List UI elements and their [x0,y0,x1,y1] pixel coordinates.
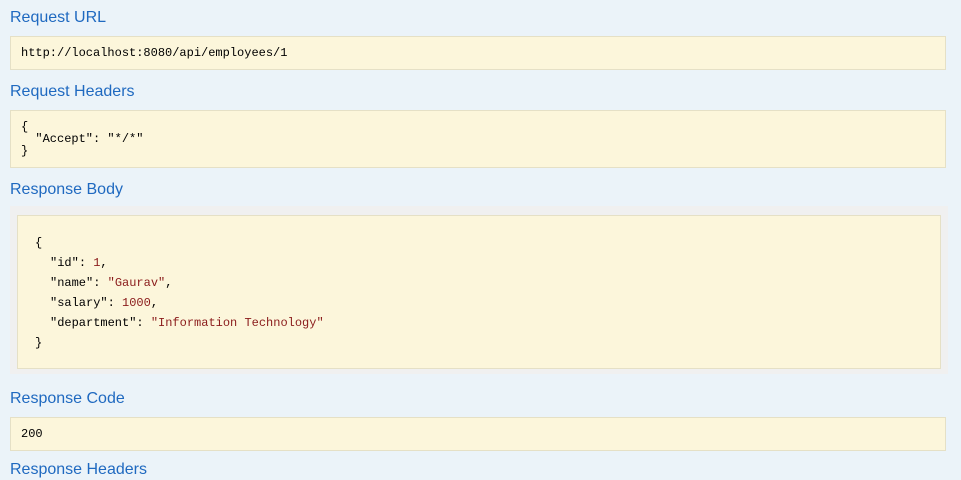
response-field-id: "id": 1, [50,256,108,270]
field-key: "department" [50,316,137,330]
response-body-container: { "id": 1, "name": "Gaurav", "salary": 1… [10,206,948,374]
request-url-heading: Request URL [10,9,107,26]
response-code-value: 200 [21,427,43,441]
response-body-box[interactable]: { "id": 1, "name": "Gaurav", "salary": 1… [17,215,941,369]
request-headers-heading: Request Headers [10,83,135,100]
field-value: "Information Technology" [150,316,324,330]
response-field-salary: "salary": 1000, [50,296,159,310]
request-headers-box[interactable]: { "Accept": "*/*" } [10,110,946,168]
response-code-box[interactable]: 200 [10,417,946,451]
response-headers-heading: Response Headers [10,461,147,478]
response-field-department: "department": "Information Technology" [50,316,324,330]
response-code-heading: Response Code [10,390,125,407]
request-url-box[interactable]: http://localhost:8080/api/employees/1 [10,36,946,70]
response-close-brace: } [35,336,43,350]
response-body-heading: Response Body [10,181,123,198]
response-open-brace: { [35,236,43,250]
response-field-name: "name": "Gaurav", [50,276,173,290]
field-value: 1000 [122,296,151,310]
request-headers-line-2: "Accept": "*/*" [21,132,144,146]
field-value: "Gaurav" [107,276,166,290]
field-key: "salary" [50,296,108,310]
field-key: "name" [50,276,94,290]
field-key: "id" [50,256,79,270]
request-url-value: http://localhost:8080/api/employees/1 [21,46,288,60]
request-headers-line-3: } [21,144,29,158]
